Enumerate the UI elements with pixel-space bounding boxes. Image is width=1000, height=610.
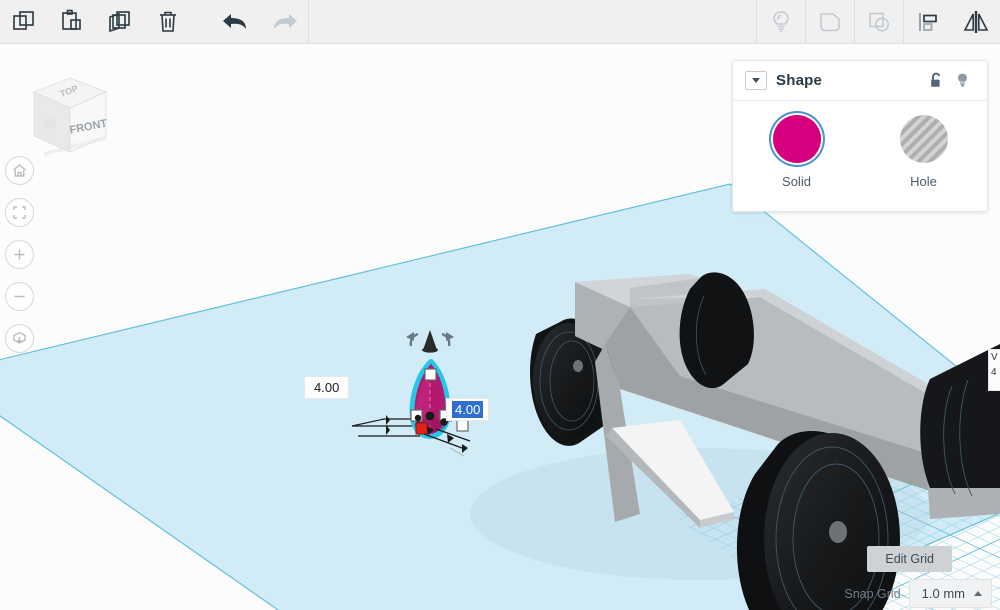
center-handle <box>425 411 435 421</box>
shape-panel-header: Shape <box>733 61 987 101</box>
copy-icon[interactable] <box>0 0 48 44</box>
hole-hatch-fill <box>899 115 948 163</box>
hole-swatch[interactable] <box>899 115 948 163</box>
ungroup-icon <box>855 0 903 44</box>
shape-option-hole[interactable]: Hole <box>860 115 987 189</box>
top-toolbar <box>0 0 1000 44</box>
align-icon[interactable] <box>904 0 952 44</box>
mirror-icon[interactable] <box>952 0 1000 44</box>
shape-type-options: Solid Hole <box>733 101 987 211</box>
lightbulb-icon <box>757 0 805 44</box>
shape-option-solid[interactable]: Solid <box>733 115 860 189</box>
edge-panel-line2: 4 <box>991 367 997 378</box>
depth-dimension-value[interactable]: 4.00 <box>452 401 484 418</box>
ortho-toggle-button[interactable] <box>5 324 34 353</box>
solid-label: Solid <box>782 174 811 189</box>
snap-grid-value: 1.0 mm <box>921 586 965 601</box>
fit-view-button[interactable] <box>5 198 34 227</box>
undo-icon[interactable] <box>212 0 260 44</box>
edit-tool-group <box>0 0 308 43</box>
snap-grid-control: Snap Grid 1.0 mm <box>844 579 992 608</box>
zoom-in-button[interactable] <box>5 240 34 269</box>
redo-icon <box>260 0 308 44</box>
corner-handle <box>414 414 422 422</box>
view-nav-controls <box>5 156 35 366</box>
group-icon <box>806 0 854 44</box>
width-dimension-value: 4.00 <box>314 380 340 395</box>
home-view-button[interactable] <box>5 156 34 185</box>
lightbulb-icon[interactable] <box>949 68 975 94</box>
shape-panel-title: Shape <box>776 72 823 89</box>
width-dimension-label[interactable]: 4.00 <box>304 376 350 399</box>
edit-grid-button[interactable]: Edit Grid <box>867 546 952 572</box>
duplicate-icon[interactable] <box>96 0 144 44</box>
solid-color-fill <box>772 115 821 163</box>
collapse-panel-button[interactable] <box>745 71 767 90</box>
object-tool-group <box>757 0 1000 43</box>
resize-handle <box>456 419 469 432</box>
snap-grid-select[interactable]: 1.0 mm <box>908 579 992 608</box>
depth-dimension-label[interactable]: 4.00 <box>446 398 490 421</box>
shape-inspector-panel: Shape Solid Hole <box>732 60 988 212</box>
chevron-down-icon <box>752 78 760 83</box>
edge-panel-line1: V <box>991 352 998 363</box>
tinkercad-editor: TOP FRONT 4.00 4.00 V 4 Edit Grid Snap G… <box>0 0 1000 610</box>
paste-icon[interactable] <box>48 0 96 44</box>
active-resize-handle <box>415 422 428 435</box>
delete-icon[interactable] <box>144 0 192 44</box>
resize-handle <box>424 368 437 381</box>
chevron-up-icon <box>974 591 982 596</box>
offscreen-tooltip-sliver: V 4 <box>988 349 1000 391</box>
unlock-icon[interactable] <box>923 68 949 94</box>
view-cube[interactable]: TOP FRONT <box>14 60 114 170</box>
solid-swatch[interactable] <box>772 115 821 163</box>
zoom-out-button[interactable] <box>5 282 34 311</box>
hole-label: Hole <box>910 174 937 189</box>
snap-grid-label: Snap Grid <box>844 586 901 601</box>
